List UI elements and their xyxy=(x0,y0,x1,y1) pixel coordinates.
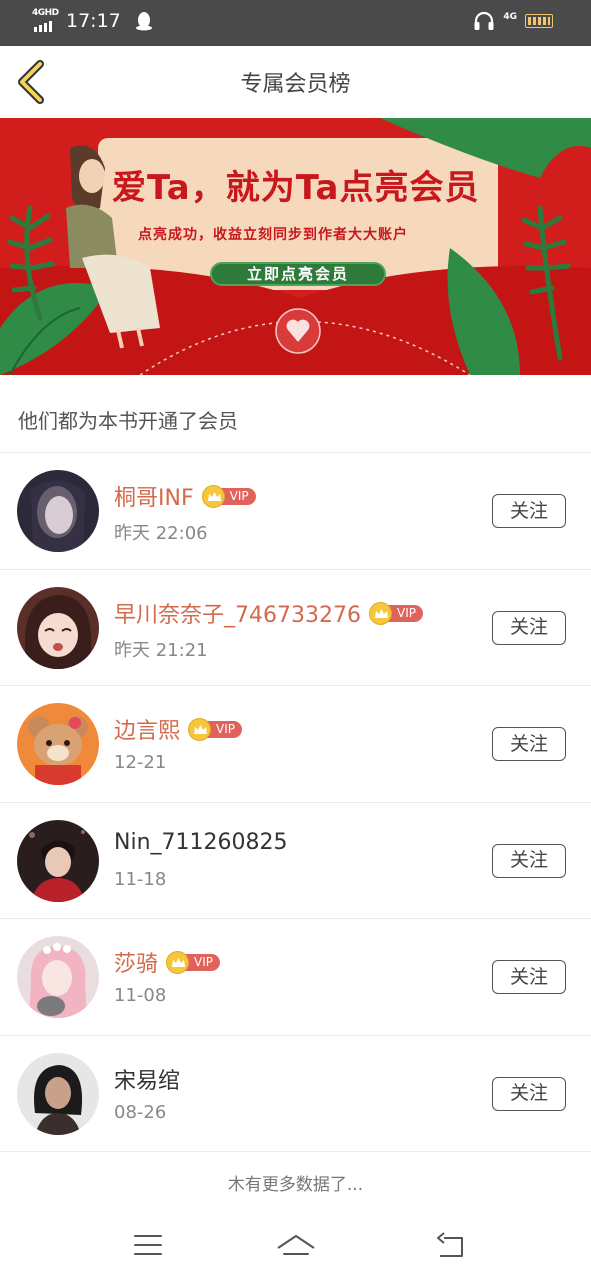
member-list: 桐哥INF VIP 昨天 22:06 关注 早川奈奈子_746733276 VIP … xyxy=(0,453,591,1152)
member-time: 昨天 22:06 xyxy=(114,523,208,544)
follow-button[interactable]: 关注 xyxy=(492,494,566,528)
member-name-row: 桐哥INF VIP xyxy=(114,480,256,512)
member-time: 昨天 21:21 xyxy=(114,639,208,661)
headphones-icon xyxy=(474,11,494,30)
home-icon[interactable] xyxy=(276,1228,316,1262)
member-name-row: 莎骑 VIP xyxy=(114,946,221,978)
follow-button[interactable]: 关注 xyxy=(492,843,566,878)
avatar[interactable] xyxy=(17,703,99,785)
follow-button[interactable]: 关注 xyxy=(492,960,566,994)
follow-button[interactable]: 关注 xyxy=(492,610,566,645)
member-row[interactable]: 莎骑 VIP 11-08 关注 xyxy=(0,919,591,1036)
member-time: 12-21 xyxy=(114,752,167,773)
end-of-list-text: 木有更多数据了... xyxy=(227,1175,364,1195)
avatar[interactable] xyxy=(17,936,99,1018)
member-name: 宋易绾 xyxy=(114,1068,181,1094)
page-title: 专属会员榜 xyxy=(240,72,351,97)
banner-illustration xyxy=(0,118,591,375)
banner-title: 爱Ta，就为Ta点亮会员 xyxy=(112,168,480,208)
back-icon[interactable] xyxy=(430,1228,470,1262)
status-left: 4GHD 17:17 xyxy=(30,8,153,32)
member-row[interactable]: 宋易绾 08-26 关注 xyxy=(0,1036,591,1152)
member-row[interactable]: 桐哥INF VIP 昨天 22:06 关注 xyxy=(0,453,591,570)
member-row[interactable]: 边言熙 VIP 12-21 关注 xyxy=(0,686,591,803)
signal-icon: 4GHD xyxy=(30,8,59,32)
status-bar: 4GHD 17:17 4G xyxy=(0,0,591,46)
menu-icon[interactable] xyxy=(128,1228,168,1262)
vip-badge: VIP xyxy=(368,601,423,625)
member-time: 11-18 xyxy=(114,868,167,890)
member-name-row: Nin_711260825 xyxy=(114,830,288,855)
battery-icon xyxy=(525,14,553,28)
follow-button[interactable]: 关注 xyxy=(492,727,566,761)
status-right: 4G xyxy=(473,11,553,31)
crown-icon xyxy=(201,485,225,508)
member-name: Nin_711260825 xyxy=(114,829,288,855)
crown-icon xyxy=(188,718,212,741)
network-4g-label: 4G xyxy=(503,12,517,22)
banner-subtitle: 点亮成功，收益立刻同步到作者大大账户 xyxy=(138,227,408,243)
member-name: 边言熙 xyxy=(114,719,181,744)
member-name-row: 宋易绾 xyxy=(114,1063,180,1095)
network-label: 4GHD xyxy=(32,8,59,18)
promo-banner[interactable]: 爱Ta，就为Ta点亮会员 点亮成功，收益立刻同步到作者大大账户 立即点亮会员 xyxy=(0,118,591,375)
section-title: 他们都为本书开通了会员 xyxy=(0,375,591,453)
member-name: 桐哥INF xyxy=(114,486,194,511)
member-name: 早川奈奈子_746733276 xyxy=(114,602,361,628)
member-row[interactable]: 早川奈奈子_746733276 VIP 昨天 21:21 关注 xyxy=(0,570,591,686)
vip-badge: VIP xyxy=(201,485,256,508)
system-nav-bar xyxy=(0,1212,591,1280)
avatar[interactable] xyxy=(17,470,99,552)
member-name: 莎骑 xyxy=(114,952,159,977)
vip-badge: VIP xyxy=(166,951,221,974)
crown-icon xyxy=(166,951,190,974)
member-name-row: 边言熙 VIP xyxy=(114,713,243,745)
app-header: 专属会员榜 xyxy=(0,46,591,118)
avatar[interactable] xyxy=(17,586,99,669)
qq-penguin-icon xyxy=(135,12,152,31)
avatar[interactable] xyxy=(17,1052,99,1135)
member-time: 08-26 xyxy=(114,1101,167,1123)
member-row[interactable]: Nin_711260825 11-18 关注 xyxy=(0,803,591,919)
avatar[interactable] xyxy=(17,819,99,902)
member-name-row: 早川奈奈子_746733276 VIP xyxy=(114,597,423,629)
follow-button[interactable]: 关注 xyxy=(492,1076,566,1111)
crown-icon xyxy=(368,601,392,625)
vip-badge: VIP xyxy=(188,718,243,741)
activate-membership-button[interactable]: 立即点亮会员 xyxy=(210,262,386,286)
member-time: 11-08 xyxy=(114,985,167,1006)
status-time: 17:17 xyxy=(66,10,121,32)
